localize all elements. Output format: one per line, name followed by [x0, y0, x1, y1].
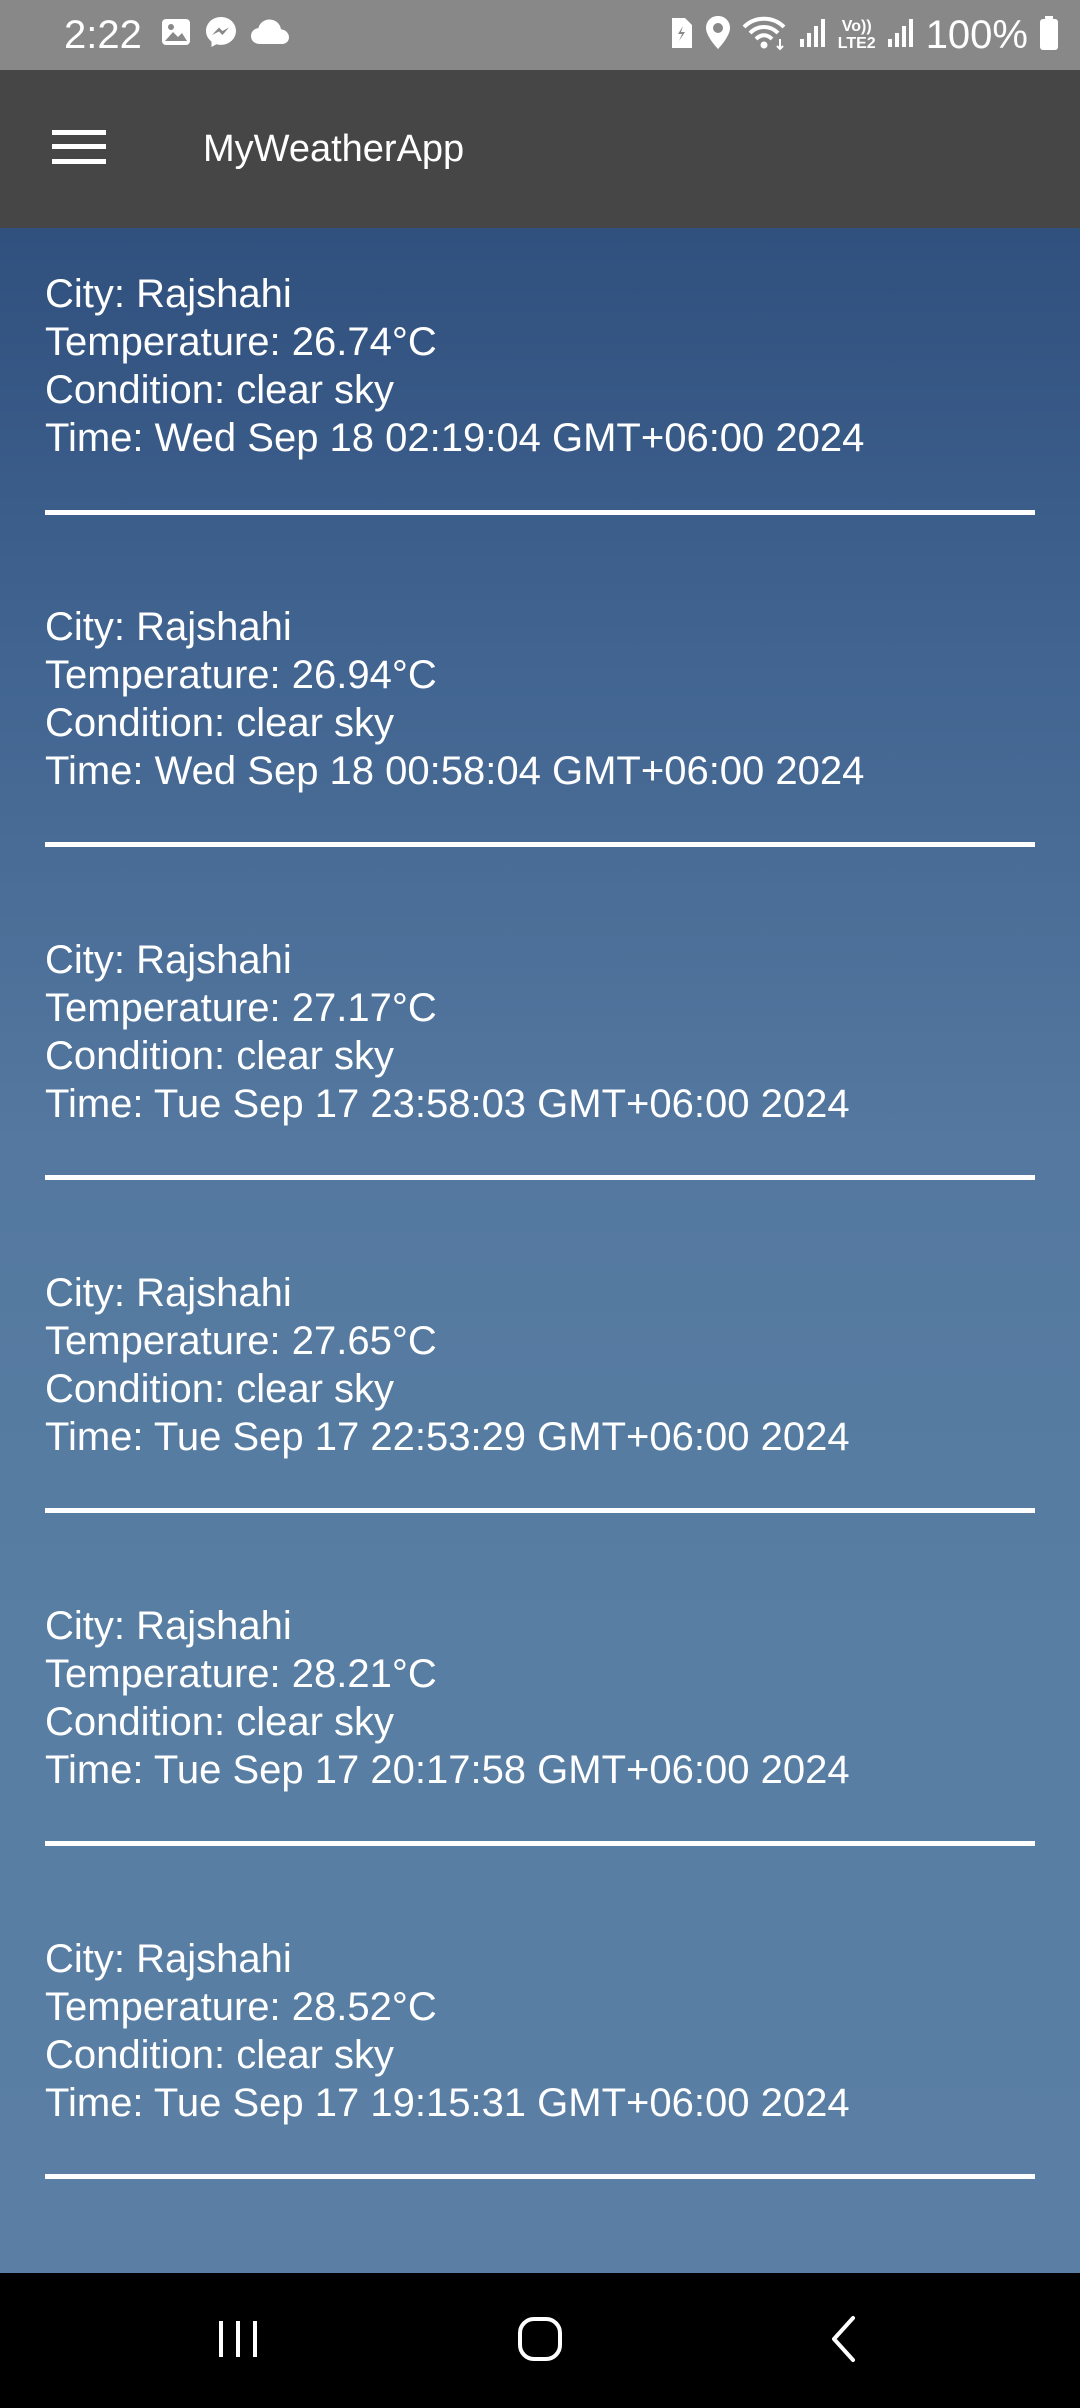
hamburger-menu-icon — [52, 128, 106, 171]
gallery-icon — [160, 16, 192, 53]
list-item: City: Rajshahi Temperature: 26.74°C Cond… — [45, 270, 1035, 462]
condition-text: Condition: clear sky — [45, 1034, 395, 1078]
signal-icon — [798, 17, 828, 54]
divider — [45, 1841, 1035, 1846]
temperature-text: Temperature: 27.65°C — [45, 1319, 437, 1363]
status-time: 2:22 — [64, 13, 142, 57]
battery-icon — [1038, 15, 1060, 56]
divider — [45, 1508, 1035, 1513]
sim-icon — [668, 16, 694, 55]
list-item: City: Rajshahi Temperature: 27.17°C Cond… — [45, 936, 1035, 1128]
list-item: City: Rajshahi Temperature: 28.52°C Cond… — [45, 1935, 1035, 2127]
status-bar: 2:22 Vo)) LTE2 100% — [0, 0, 1080, 70]
wifi-icon — [742, 15, 788, 56]
city-text: City: Rajshahi — [45, 1271, 292, 1315]
app-title: MyWeatherApp — [203, 128, 465, 170]
recents-button[interactable] — [188, 2303, 288, 2379]
time-text: Time: Tue Sep 17 22:53:29 GMT+06:00 2024 — [45, 1415, 850, 1459]
home-button[interactable] — [490, 2303, 590, 2379]
condition-text: Condition: clear sky — [45, 1367, 395, 1411]
status-notification-icons — [160, 14, 290, 54]
messenger-icon — [204, 15, 238, 54]
temperature-text: Temperature: 27.17°C — [45, 986, 437, 1030]
time-text: Time: Tue Sep 17 23:58:03 GMT+06:00 2024 — [45, 1082, 850, 1126]
volte-label-top: Vo)) — [841, 18, 872, 35]
divider — [45, 842, 1035, 847]
divider — [45, 2174, 1035, 2179]
volte-label-bottom: LTE2 — [837, 35, 876, 52]
divider — [45, 1175, 1035, 1180]
temperature-text: Temperature: 28.21°C — [45, 1652, 437, 1696]
home-icon — [515, 2314, 565, 2369]
cloud-icon — [250, 17, 290, 52]
time-text: Time: Wed Sep 18 00:58:04 GMT+06:00 2024 — [45, 749, 865, 793]
city-text: City: Rajshahi — [45, 938, 292, 982]
location-icon — [704, 15, 732, 56]
navigation-menu-button[interactable] — [40, 120, 118, 178]
condition-text: Condition: clear sky — [45, 368, 395, 412]
condition-text: Condition: clear sky — [45, 1700, 395, 1744]
back-icon — [824, 2314, 864, 2369]
divider — [45, 510, 1035, 515]
city-text: City: Rajshahi — [45, 1604, 292, 1648]
list-item: City: Rajshahi Temperature: 28.21°C Cond… — [45, 1602, 1035, 1794]
temperature-text: Temperature: 28.52°C — [45, 1985, 437, 2029]
condition-text: Condition: clear sky — [45, 701, 395, 745]
app-bar: MyWeatherApp — [0, 70, 1080, 228]
back-button[interactable] — [794, 2303, 894, 2379]
temperature-text: Temperature: 26.94°C — [45, 653, 437, 697]
navigation-bar — [0, 2273, 1080, 2408]
list-item: City: Rajshahi Temperature: 27.65°C Cond… — [45, 1269, 1035, 1461]
temperature-text: Temperature: 26.74°C — [45, 320, 437, 364]
status-system-icons: Vo)) LTE2 100% — [668, 8, 1060, 62]
battery-percentage: 100% — [925, 13, 1028, 57]
weather-history-list[interactable]: City: Rajshahi Temperature: 26.74°C Cond… — [0, 228, 1080, 2273]
city-text: City: Rajshahi — [45, 272, 292, 316]
time-text: Time: Tue Sep 17 20:17:58 GMT+06:00 2024 — [45, 1748, 850, 1792]
city-text: City: Rajshahi — [45, 1937, 292, 1981]
screen: 2:22 Vo)) LTE2 100% MyWeatherApp City: R… — [0, 0, 1080, 2408]
recents-icon — [213, 2317, 263, 2366]
city-text: City: Rajshahi — [45, 605, 292, 649]
time-text: Time: Wed Sep 18 02:19:04 GMT+06:00 2024 — [45, 416, 865, 460]
volte-icon: Vo)) LTE2 — [838, 18, 876, 52]
condition-text: Condition: clear sky — [45, 2033, 395, 2077]
time-text: Time: Tue Sep 17 19:15:31 GMT+06:00 2024 — [45, 2081, 850, 2125]
list-item: City: Rajshahi Temperature: 26.94°C Cond… — [45, 603, 1035, 795]
signal-icon — [886, 17, 916, 54]
